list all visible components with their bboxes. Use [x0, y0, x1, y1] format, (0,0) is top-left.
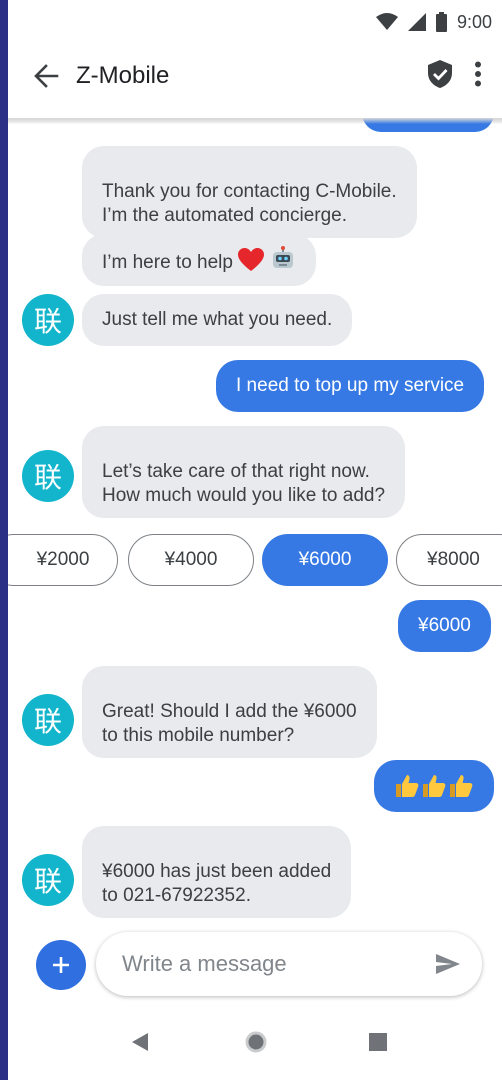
bot-avatar[interactable]: 联 [22, 450, 74, 502]
message-text: Thank you for contacting C-Mobile. I’m t… [102, 181, 397, 226]
back-triangle-icon [132, 1033, 148, 1051]
status-icons: 9:00 [375, 8, 492, 36]
red-heart-icon [238, 248, 265, 271]
home-circle-icon [245, 1031, 267, 1053]
more-vert-icon [475, 61, 481, 87]
app-title: Z-Mobile [76, 62, 170, 89]
thumbs-up-icon [396, 775, 419, 797]
send-icon [436, 954, 460, 974]
nav-recents-button[interactable] [360, 1024, 396, 1060]
status-time: 9:00 [456, 11, 492, 32]
suggestion-chip[interactable]: ¥4000 [128, 534, 254, 586]
message-text: Let’s take care of that right now. How m… [102, 461, 386, 506]
message-text: Just tell me what you need. [102, 309, 333, 330]
chip-label: ¥4000 [164, 549, 218, 570]
bot-message[interactable]: ¥6000 has just been added to 021-6792235… [82, 826, 352, 918]
chip-label: ¥8000 [427, 549, 480, 570]
suggestion-chip[interactable]: ¥2000 [8, 534, 118, 586]
wifi-icon [375, 13, 398, 30]
message-text: Great! Should I add the ¥6000 to this mo… [102, 701, 357, 746]
suggestion-chip-selected[interactable]: ¥6000 [262, 534, 388, 586]
message-text: ¥6000 has just been added to 021-6792235… [102, 861, 332, 906]
more-options-button[interactable] [460, 54, 496, 94]
back-button[interactable] [26, 56, 66, 96]
back-arrow-icon [34, 64, 59, 88]
chip-label: ¥2000 [36, 549, 90, 570]
thumbs-up-icon [423, 775, 446, 797]
send-button[interactable] [430, 946, 466, 982]
add-icon [53, 957, 69, 973]
bot-avatar[interactable]: 联 [22, 854, 74, 906]
nav-back-button[interactable] [122, 1024, 158, 1060]
chip-label: ¥6000 [298, 549, 352, 570]
verified-button[interactable] [420, 54, 460, 94]
robot-icon [272, 246, 293, 268]
message-composer [96, 932, 482, 996]
bot-message[interactable]: I’m here to help [82, 234, 316, 286]
message-text: I need to top up my service [236, 375, 465, 396]
bot-avatar[interactable]: 联 [22, 294, 74, 346]
user-message[interactable] [374, 760, 494, 812]
nav-home-button[interactable] [238, 1024, 274, 1060]
bot-message[interactable]: Thank you for contacting C-Mobile. I’m t… [82, 146, 417, 238]
thumbs-up-icon [450, 775, 473, 797]
message-text: ¥6000 [418, 615, 471, 636]
user-message[interactable]: I need to top up my service [216, 360, 485, 412]
bot-message[interactable]: Just tell me what you need. [82, 294, 353, 346]
app-bar-layer: Z-Mobile [8, 44, 502, 120]
recents-square-icon [369, 1033, 387, 1051]
app-bar-shadow [8, 118, 502, 124]
bot-message[interactable]: Great! Should I add the ¥6000 to this mo… [82, 666, 377, 758]
bot-message[interactable]: Let’s take care of that right now. How m… [82, 426, 406, 518]
message-input[interactable] [122, 940, 422, 988]
suggestion-chip[interactable]: ¥8000 [396, 534, 502, 586]
message-text: I’m here to help [102, 252, 233, 273]
side-strip [0, 0, 8, 1080]
verified-shield-icon [428, 60, 452, 88]
status-bar: 9:00 [8, 0, 502, 44]
signal-icon [407, 13, 426, 31]
bot-avatar[interactable]: 联 [22, 694, 74, 746]
phone-screen: 9:00 Z-Mobile Thank you for contacting C… [8, 0, 502, 1080]
add-attachment-button[interactable] [36, 940, 86, 990]
user-message[interactable]: ¥6000 [398, 600, 491, 652]
battery-icon [435, 12, 447, 32]
